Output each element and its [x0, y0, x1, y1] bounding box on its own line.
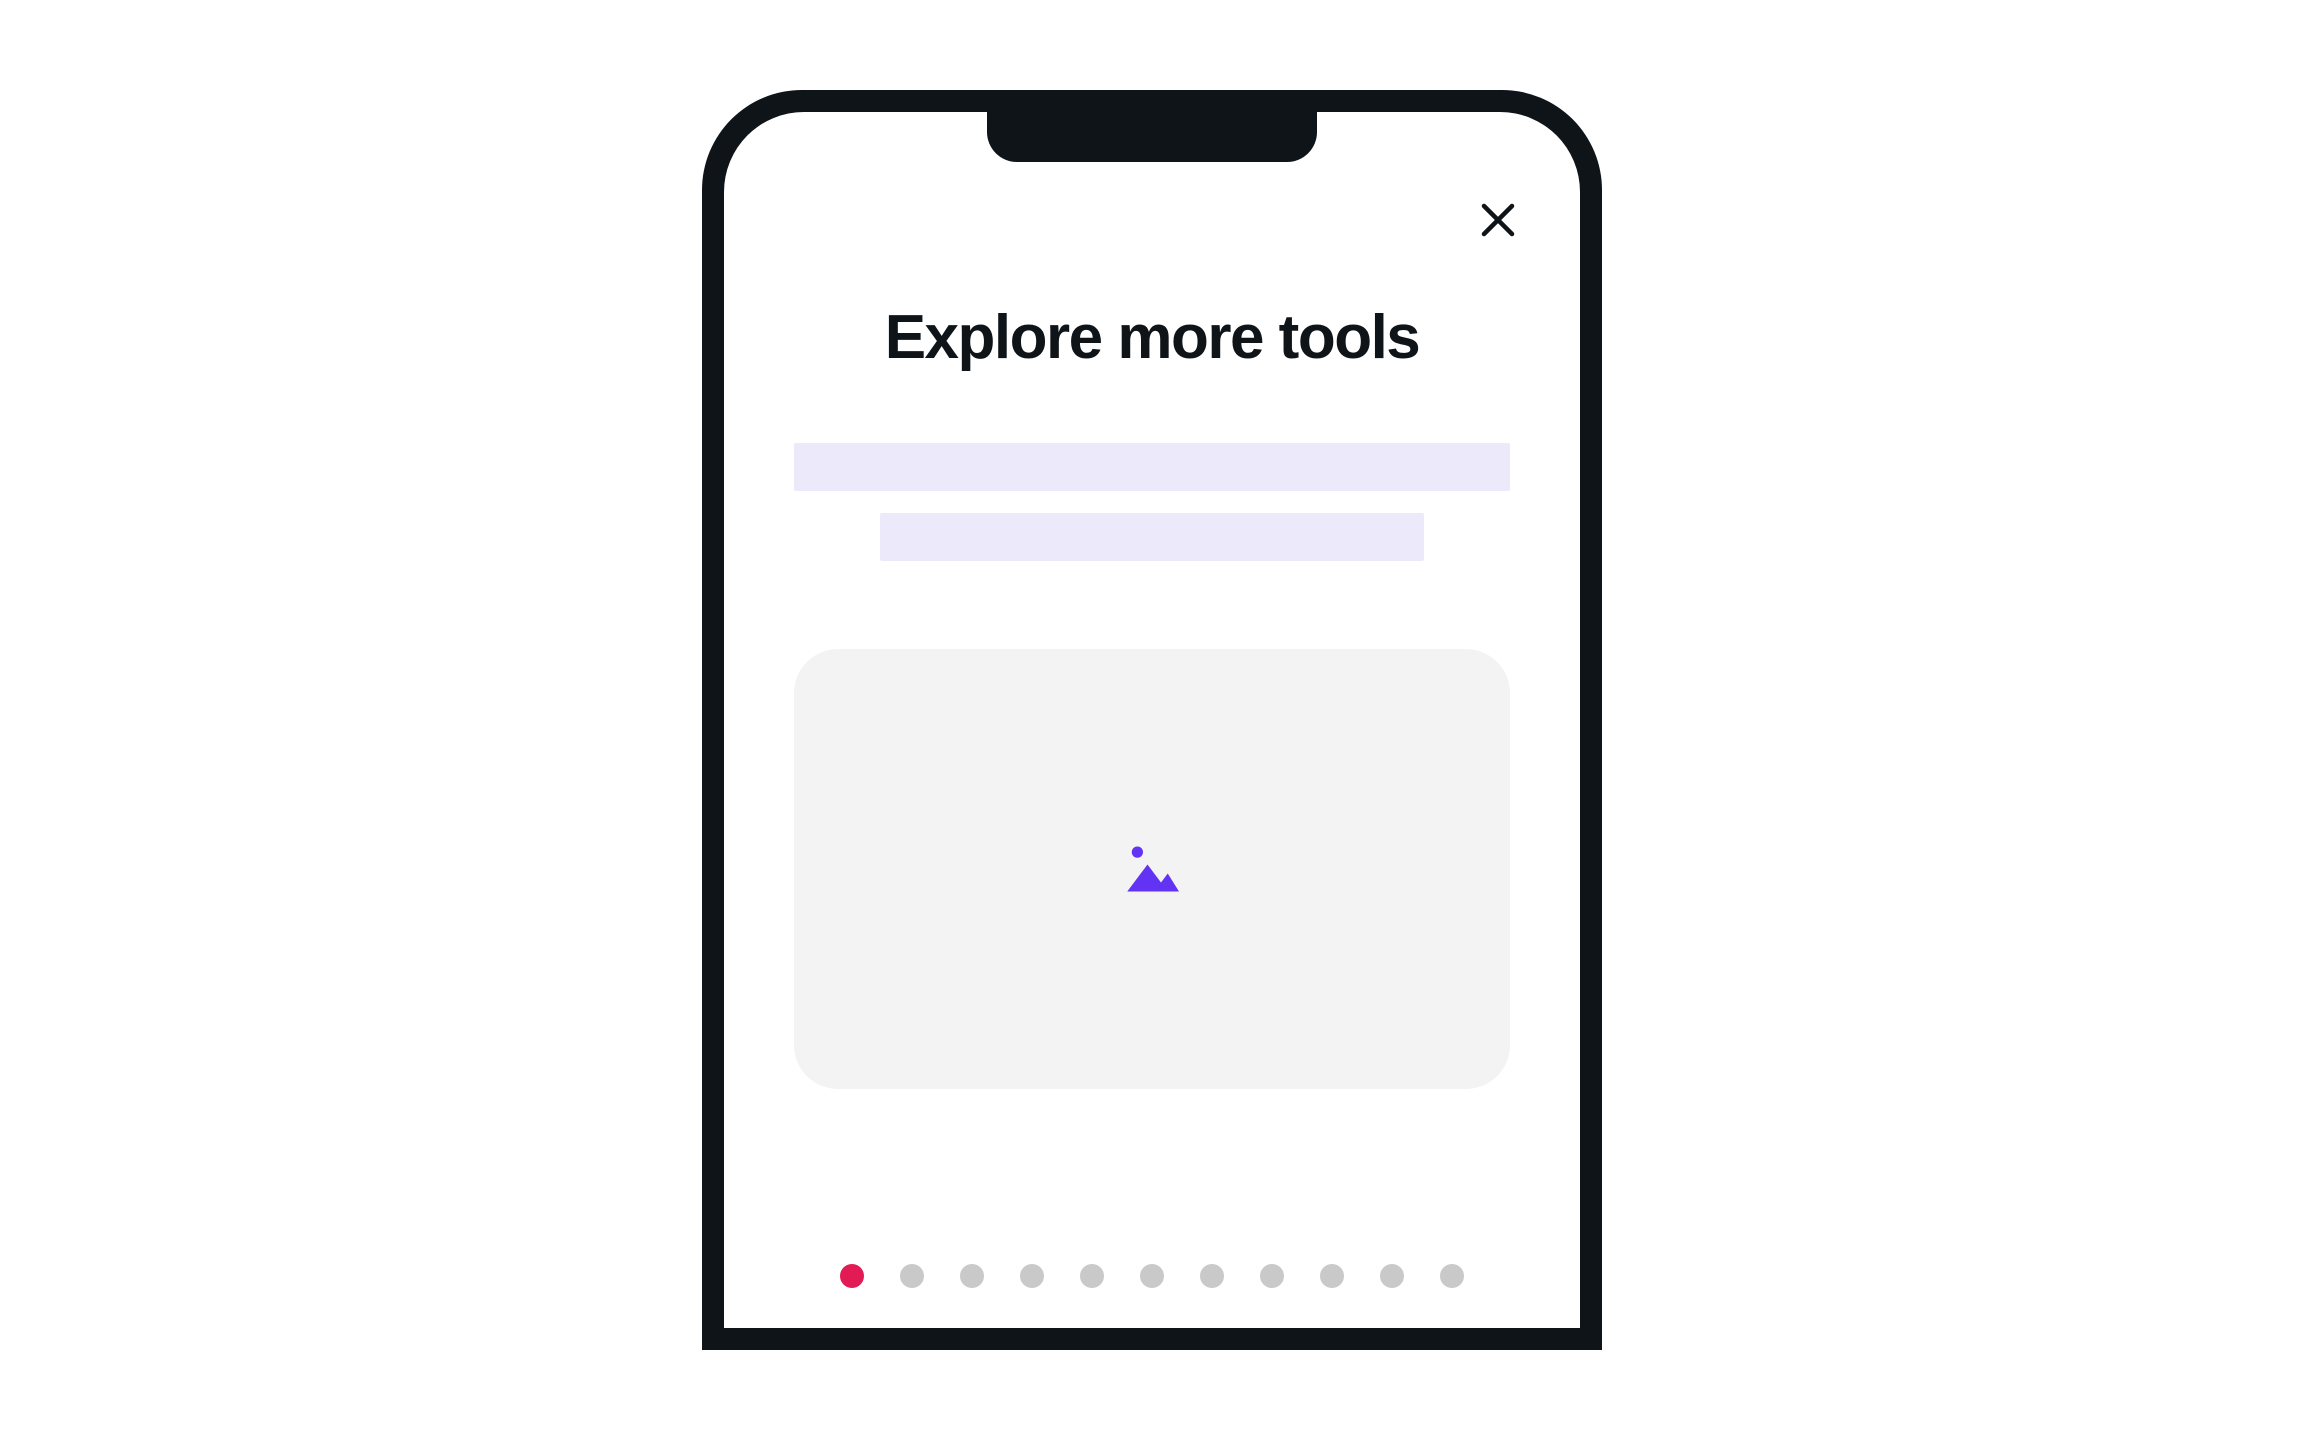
- phone-frame: Explore more tools: [702, 90, 1602, 1350]
- close-icon: [1478, 200, 1518, 240]
- page-title: Explore more tools: [885, 302, 1420, 373]
- pagination-dot[interactable]: [960, 1264, 984, 1288]
- pagination-dot[interactable]: [840, 1264, 864, 1288]
- pagination-dot[interactable]: [1260, 1264, 1284, 1288]
- pagination-dot[interactable]: [1080, 1264, 1104, 1288]
- pagination-dot[interactable]: [1320, 1264, 1344, 1288]
- pagination-dot[interactable]: [1200, 1264, 1224, 1288]
- close-button[interactable]: [1470, 192, 1525, 247]
- phone-notch: [987, 112, 1317, 162]
- pagination-dot[interactable]: [900, 1264, 924, 1288]
- carousel-pagination: [840, 1264, 1464, 1288]
- image-icon: [1116, 833, 1188, 905]
- onboarding-content: Explore more tools: [724, 112, 1580, 1089]
- phone-screen: Explore more tools: [724, 112, 1580, 1328]
- pagination-dot[interactable]: [1140, 1264, 1164, 1288]
- text-skeleton-line: [794, 443, 1510, 491]
- pagination-dot[interactable]: [1380, 1264, 1404, 1288]
- description-placeholder: [794, 443, 1510, 561]
- image-placeholder-card: [794, 649, 1510, 1089]
- text-skeleton-line: [880, 513, 1424, 561]
- pagination-dot[interactable]: [1020, 1264, 1044, 1288]
- pagination-dot[interactable]: [1440, 1264, 1464, 1288]
